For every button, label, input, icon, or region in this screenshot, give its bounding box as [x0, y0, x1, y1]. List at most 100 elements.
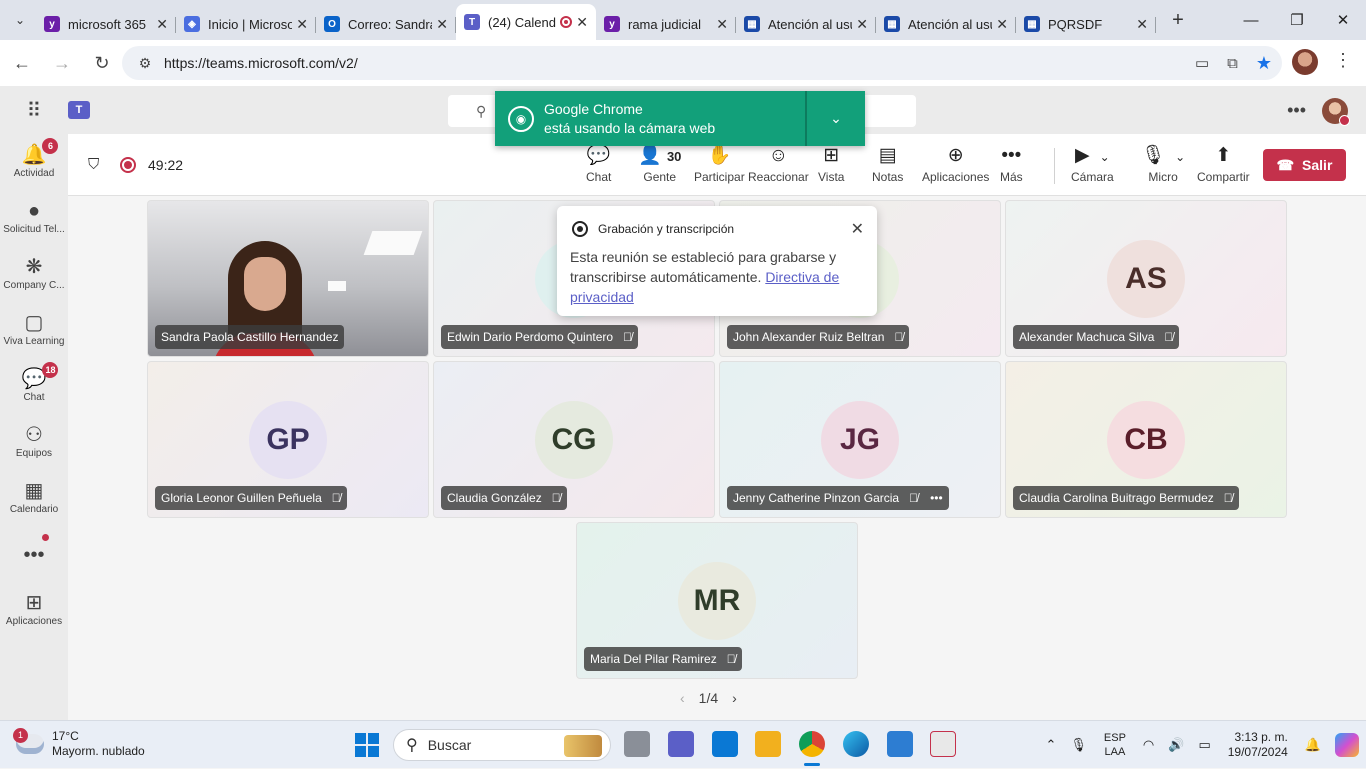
mic-off-icon: 🎙̸ — [1164, 330, 1174, 344]
copilot-icon[interactable] — [1335, 733, 1359, 757]
forward-button[interactable]: → — [44, 45, 80, 81]
chrome-icon[interactable] — [799, 731, 825, 757]
close-icon[interactable]: ✕ — [851, 219, 864, 239]
file-explorer-icon[interactable] — [755, 731, 781, 757]
volume-icon[interactable]: 🔊 — [1168, 737, 1184, 753]
rail-label: Company C... — [3, 280, 65, 291]
teams-taskbar-icon[interactable] — [668, 731, 694, 757]
participant-tile[interactable]: Sandra Paola Castillo Hernandez — [147, 200, 429, 357]
weather-widget[interactable]: 1 17°C Mayorm. nublado — [13, 728, 145, 759]
participant-tile[interactable]: JG Jenny Catherine Pinzon Garcia 🎙̸ ••• — [719, 361, 1001, 518]
notification-bell-icon[interactable]: 🔔 — [1305, 737, 1321, 753]
browser-tab[interactable]: y microsoft 365 ✕ — [36, 8, 176, 40]
microphone-icon[interactable]: 🎙 — [1070, 737, 1087, 753]
tab-search-dropdown[interactable]: ⌄ — [4, 4, 36, 36]
meeting-control[interactable]: ✋ Participar — [694, 144, 745, 184]
rail-icon: ❋ — [25, 256, 43, 278]
meeting-control[interactable]: ⬆ Compartir — [1197, 144, 1250, 184]
meeting-control[interactable]: ⊞ Vista — [818, 144, 844, 184]
restore-icon[interactable]: ❐ — [1274, 0, 1320, 40]
close-window-icon[interactable]: ✕ — [1320, 0, 1366, 40]
wifi-icon[interactable]: ◠ — [1143, 737, 1154, 753]
task-view-icon[interactable] — [624, 731, 650, 757]
clock[interactable]: 3:13 p. m. 19/07/2024 — [1228, 730, 1288, 760]
meeting-control[interactable]: ☺ Reaccionar — [748, 144, 809, 184]
settings-more-icon[interactable]: ••• — [1287, 100, 1306, 121]
edge-icon[interactable] — [843, 731, 869, 757]
participant-avatar: MR — [678, 562, 756, 640]
control-icon: ⊕ — [947, 145, 964, 166]
leave-button[interactable]: ☎ Salir — [1263, 149, 1346, 181]
participant-tile[interactable]: CB Claudia Carolina Buitrago Bermudez 🎙̸ — [1005, 361, 1287, 518]
browser-tab[interactable]: ▦ PQRSDF ✕ — [1016, 8, 1156, 40]
rail-item[interactable]: ⚇ Equipos — [0, 422, 68, 459]
tab-close-icon[interactable]: ✕ — [296, 16, 308, 33]
meeting-control[interactable]: 💬 Chat — [586, 144, 611, 184]
omnibox[interactable]: ⚙ https://teams.microsoft.com/v2/ ▭ ⧉ ★ — [122, 46, 1282, 80]
battery-icon[interactable]: ▭ — [1198, 737, 1210, 753]
app-launcher-icon[interactable]: ⠿ — [0, 98, 68, 123]
notification-dropdown-icon[interactable]: ⌄ — [805, 91, 865, 146]
bookmark-star-icon[interactable]: ★ — [1256, 53, 1272, 74]
next-page-icon[interactable]: › — [732, 690, 737, 706]
install-app-icon[interactable]: ⧉ — [1227, 55, 1238, 72]
snipping-tool-icon[interactable] — [930, 731, 956, 757]
participant-tile[interactable]: GP Gloria Leonor Guillen Peñuela 🎙̸ — [147, 361, 429, 518]
rail-item[interactable]: ⊞ Aplicaciones — [0, 590, 68, 627]
tab-close-icon[interactable]: ✕ — [996, 16, 1008, 33]
rail-item[interactable]: 🔔 6 Actividad — [0, 138, 68, 179]
meeting-control[interactable]: 🎙 ⌄ Micro — [1141, 144, 1185, 184]
back-button[interactable]: ← — [4, 45, 40, 81]
participant-tile[interactable]: MR Maria Del Pilar Ramirez 🎙̸ — [576, 522, 858, 679]
meeting-timer: 49:22 — [148, 157, 184, 173]
profile-avatar[interactable] — [1292, 49, 1318, 75]
participant-tile[interactable]: CG Claudia González 🎙̸ — [433, 361, 715, 518]
store-icon[interactable] — [887, 731, 913, 757]
meeting-control[interactable]: ▤ Notas — [872, 144, 903, 184]
new-tab-button[interactable]: + — [1162, 9, 1194, 32]
rail-item[interactable]: ▢ Viva Learning — [0, 310, 68, 347]
browser-tab[interactable]: ▦ Atención al usuario ✕ — [876, 8, 1016, 40]
participant-name-label: Jenny Catherine Pinzon Garcia 🎙̸ ••• — [727, 486, 949, 510]
browser-tab[interactable]: y rama judicial ✕ — [596, 8, 736, 40]
rail-item[interactable]: 💬 18 Chat — [0, 362, 68, 403]
browser-tab[interactable]: ▦ Atención al usuario ✕ — [736, 8, 876, 40]
tab-close-icon[interactable]: ✕ — [436, 16, 448, 33]
minimize-icon[interactable]: — — [1228, 0, 1274, 40]
mail-icon[interactable] — [712, 731, 738, 757]
rail-item[interactable]: ● Solicitud Tel... — [0, 198, 68, 235]
tab-close-icon[interactable]: ✕ — [856, 16, 868, 33]
chevron-down-icon[interactable]: ⌄ — [1175, 150, 1185, 164]
rail-label: Actividad — [13, 168, 55, 179]
browser-tab[interactable]: O Correo: Sandra ✕ — [316, 8, 456, 40]
site-info-icon[interactable]: ⚙ — [130, 55, 160, 72]
browser-tab[interactable]: T (24) Calendario ✕ — [456, 4, 596, 40]
rail-item[interactable]: ▦ Calendario — [0, 478, 68, 515]
browser-tab[interactable]: ◈ Inicio | Microsoft ✕ — [176, 8, 316, 40]
meeting-control[interactable]: 👤 30 Gente — [638, 144, 681, 184]
chevron-down-icon[interactable]: ⌄ — [1100, 150, 1110, 164]
language-indicator[interactable]: ESP LAA — [1104, 731, 1126, 759]
prev-page-icon[interactable]: ‹ — [680, 690, 685, 706]
participant-tile[interactable]: AS Alexander Machuca Silva 🎙̸ — [1005, 200, 1287, 357]
camera-usage-notification[interactable]: ◉ Google Chrome está usando la cámara we… — [495, 91, 865, 146]
meeting-control[interactable]: ⊕ Aplicaciones — [922, 144, 989, 184]
tab-close-icon[interactable]: ✕ — [156, 16, 168, 33]
start-button[interactable] — [355, 733, 379, 757]
more-options-icon[interactable]: ••• — [930, 491, 943, 505]
taskbar-search[interactable]: ⚲ Buscar — [393, 729, 611, 761]
shield-icon[interactable]: ⛉ — [88, 156, 99, 173]
reload-button[interactable]: ↻ — [84, 45, 120, 81]
browser-menu-icon[interactable]: ⋮ — [1334, 50, 1352, 71]
tab-close-icon[interactable]: ✕ — [1136, 16, 1148, 33]
meeting-control[interactable]: ▶ ⌄ Cámara — [1071, 144, 1114, 184]
camera-in-use-icon[interactable]: ▭ — [1195, 54, 1209, 72]
tab-close-icon[interactable]: ✕ — [576, 14, 588, 31]
tab-close-icon[interactable]: ✕ — [716, 16, 728, 33]
chevron-up-icon[interactable]: ⌃ — [1045, 737, 1056, 753]
rail-item[interactable]: ❋ Company C... — [0, 254, 68, 291]
meeting-control[interactable]: ••• Más — [1000, 144, 1023, 184]
user-avatar[interactable] — [1322, 98, 1350, 126]
rail-item[interactable]: ••• — [0, 542, 68, 568]
url-text[interactable]: https://teams.microsoft.com/v2/ — [164, 55, 358, 71]
